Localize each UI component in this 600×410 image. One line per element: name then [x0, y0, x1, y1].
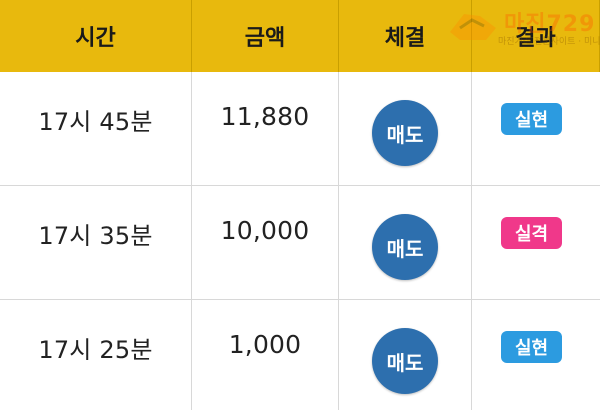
execution-cell: 매도	[339, 186, 472, 299]
result-badge: 실현	[501, 103, 562, 135]
column-header-amount: 금액	[192, 0, 339, 72]
time-cell: 17시 35분	[0, 186, 192, 299]
sell-button[interactable]: 매도	[372, 328, 438, 394]
result-cell: 실격	[472, 186, 600, 299]
table-row: 17시 35분 10,000 매도 실격	[0, 186, 600, 300]
amount-value: 10,000	[220, 216, 310, 245]
amount-cell: 10,000	[192, 186, 339, 299]
table-header: 시간 금액 체결 결과 마진729 마진거래 전문사이트 · 미니게임 운영 사…	[0, 0, 600, 72]
amount-cell: 1,000	[192, 300, 339, 410]
amount-value: 11,880	[220, 102, 310, 131]
trade-results-table: 시간 금액 체결 결과 마진729 마진거래 전문사이트 · 미니게임 운영 사…	[0, 0, 600, 410]
sell-button[interactable]: 매도	[372, 214, 438, 280]
result-cell: 실현	[472, 300, 600, 410]
column-header-time: 시간	[0, 0, 192, 72]
time-cell: 17시 45분	[0, 72, 192, 185]
execution-cell: 매도	[339, 300, 472, 410]
result-cell: 실현	[472, 72, 600, 185]
time-value: 17시 45분	[38, 108, 153, 136]
result-badge: 실격	[501, 217, 562, 249]
column-header-execution: 체결	[339, 0, 472, 72]
column-header-result: 결과	[472, 0, 600, 72]
table-row: 17시 45분 11,880 매도 실현	[0, 72, 600, 186]
result-badge: 실현	[501, 331, 562, 363]
table-row: 17시 25분 1,000 매도 실현	[0, 300, 600, 410]
time-cell: 17시 25분	[0, 300, 192, 410]
time-value: 17시 25분	[38, 336, 153, 364]
amount-cell: 11,880	[192, 72, 339, 185]
time-value: 17시 35분	[38, 222, 153, 250]
execution-cell: 매도	[339, 72, 472, 185]
amount-value: 1,000	[228, 330, 302, 359]
sell-button[interactable]: 매도	[372, 100, 438, 166]
